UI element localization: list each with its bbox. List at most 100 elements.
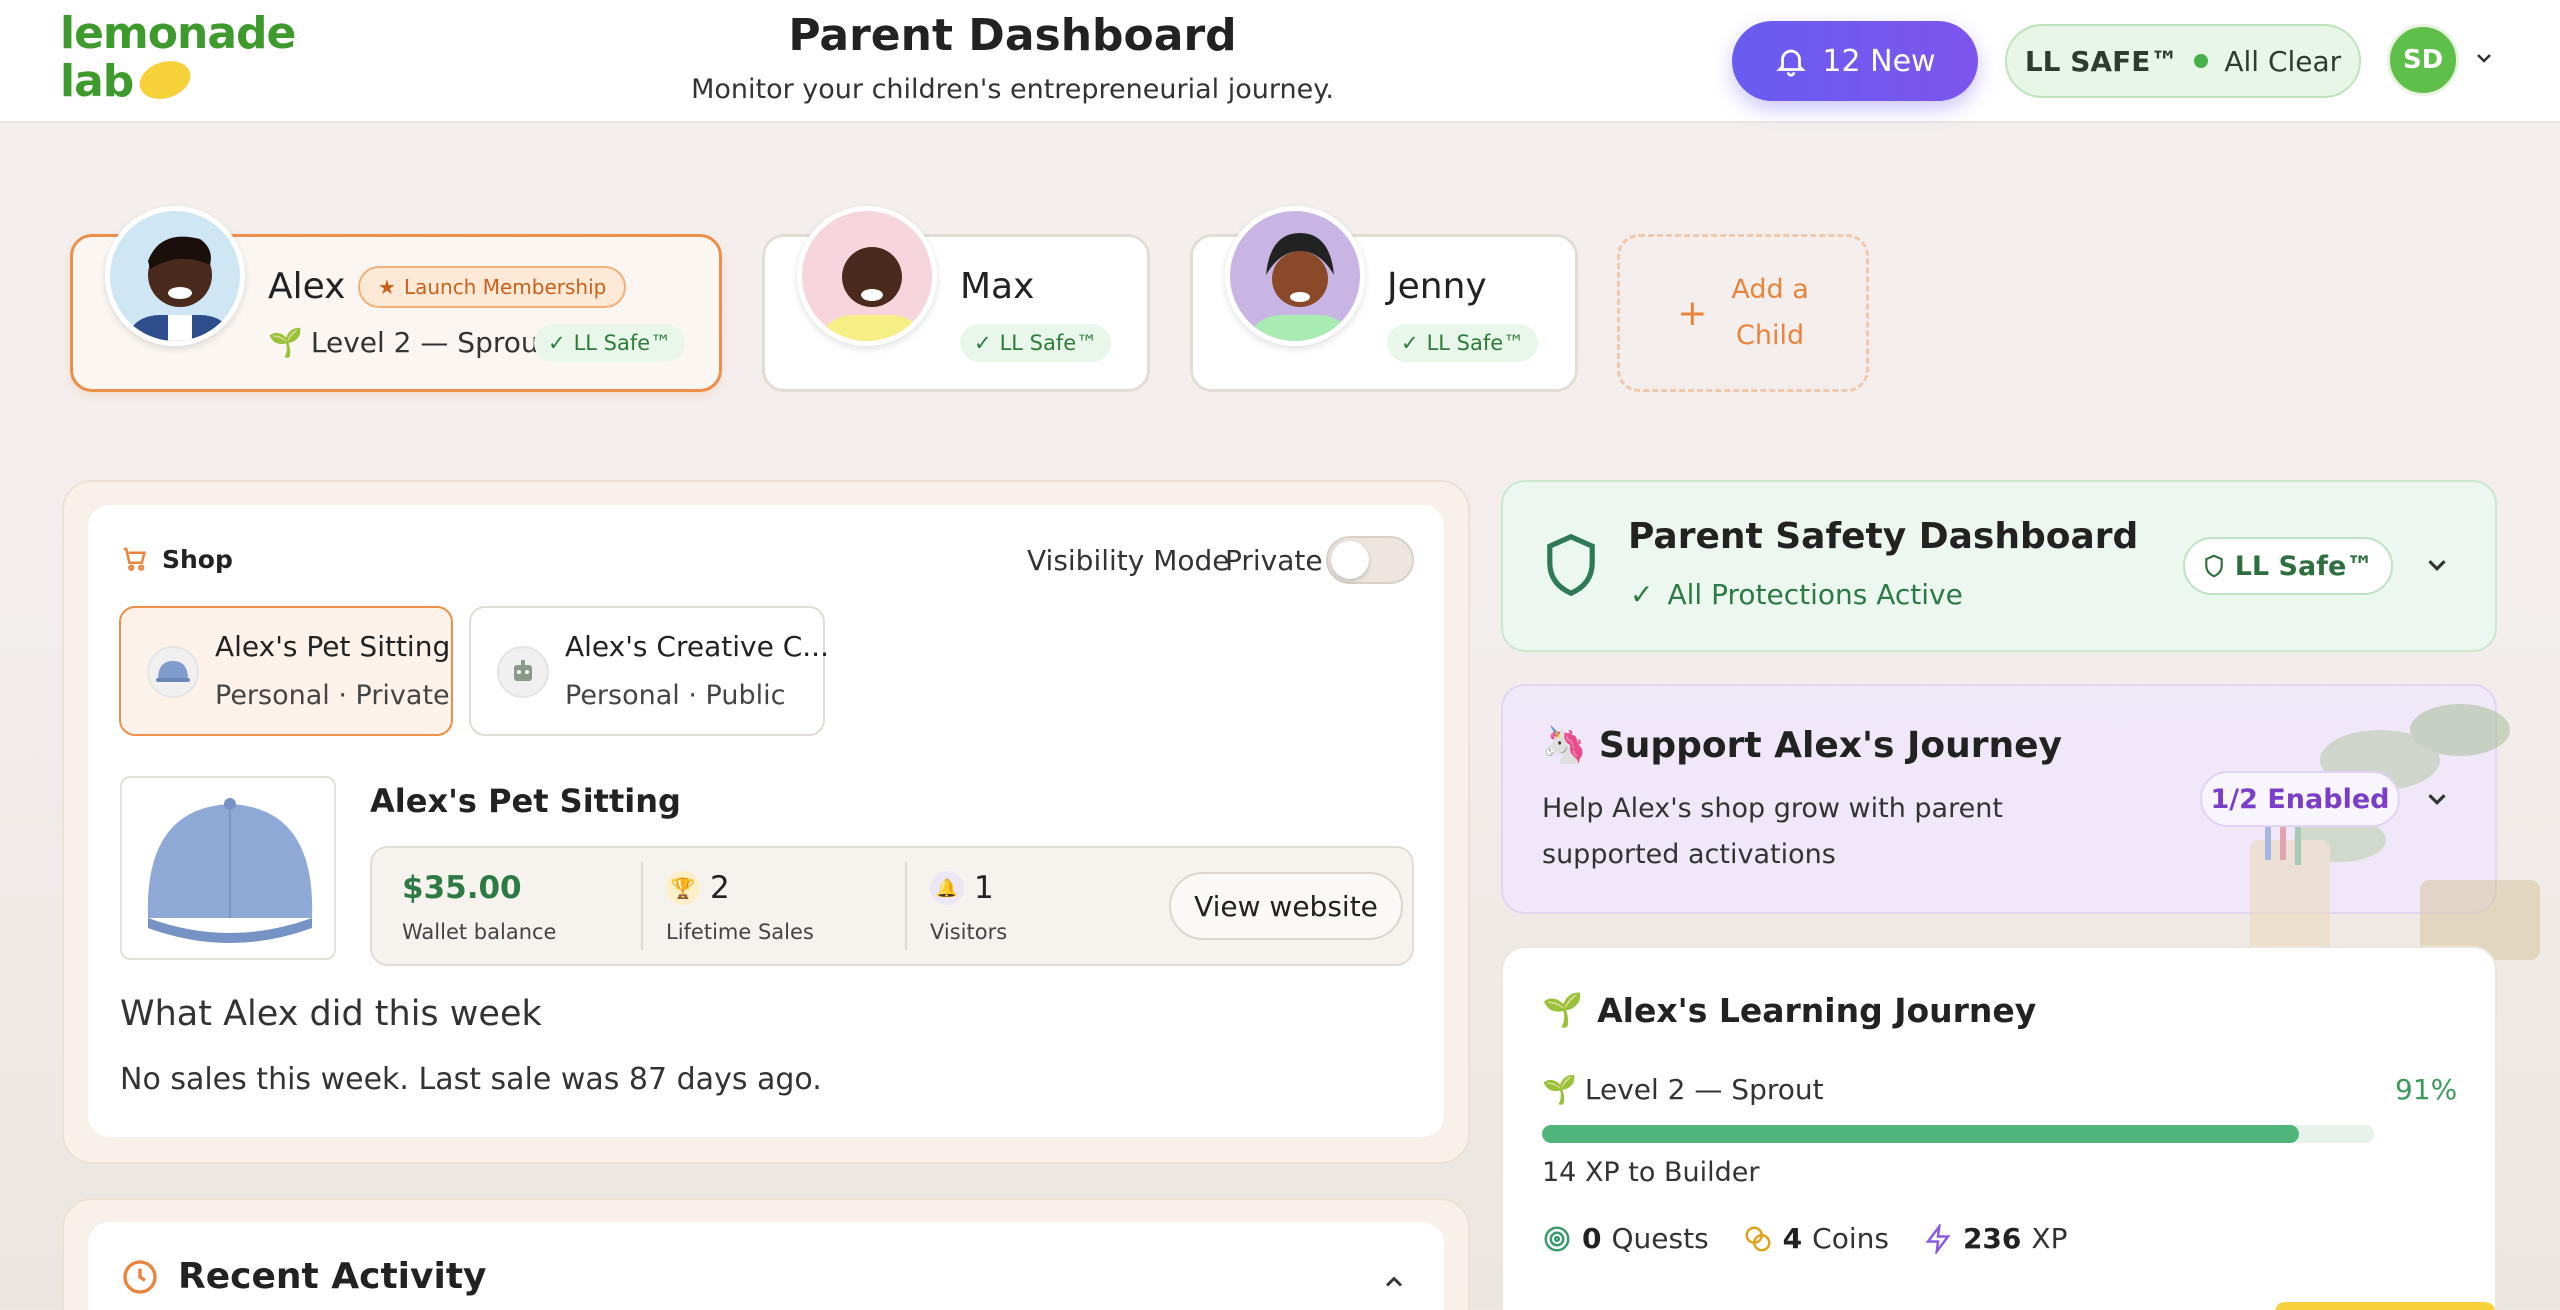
support-title: Support Alex's Journey [1598,724,2062,766]
cart-icon [123,547,146,571]
add-child-label-1: Add a [1731,274,1809,305]
learning-stats: 0 Quests 4 Coins 236 XP [1542,1222,2067,1255]
target-icon [1544,1226,1570,1251]
page-title: Parent Dashboard [788,10,1237,61]
membership-label: Launch Membership [403,275,607,299]
chevron-down-icon[interactable] [2422,550,2452,580]
wallet-value: $35.00 [402,870,522,906]
shield-icon [1547,533,1595,597]
child-level-label: Level 2 — Sprout [310,326,550,359]
status-dot-icon [2194,54,2209,68]
sprout-icon: 🌱 [1542,990,1584,1029]
child-name: Alex [268,266,346,307]
wallet-stat: $35.00 Wallet balance [402,870,556,944]
safety-status-label: All Protections Active [1667,578,1963,611]
safe-badge-label: LL Safe™ [999,331,1098,355]
safe-status: All Clear [2224,44,2342,78]
page-subtitle: Monitor your children's entrepreneurial … [691,74,1334,105]
learning-heading: 🌱 Alex's Learning Journey [1542,990,2036,1030]
safety-title: Parent Safety Dashboard [1628,516,2139,557]
safe-badge: ✓ LL Safe™ [1387,324,1539,362]
product-image [120,776,336,960]
chevron-down-icon[interactable] [2472,46,2496,70]
check-icon: ✓ [548,331,566,355]
support-description: Help Alex's shop grow with parent suppor… [1542,793,2003,870]
ll-safe-label: LL Safe™ [2234,550,2374,582]
safe-badge: ✓ LL Safe™ [534,324,686,362]
decorative-shape [2275,1302,2495,1310]
learning-level: 🌱 Level 2 — Sprout [1542,1073,1824,1106]
coins-value: 4 [1782,1222,1803,1255]
quests-stat: 0 Quests [1542,1222,1709,1255]
safety-status-pill[interactable]: LL SAFE™ All Clear [2005,24,2361,98]
shop-tab-meta: Personal · Public [565,680,786,711]
add-child-label-2: Child [1736,320,1805,351]
sales-stat: 🏆 2 Lifetime Sales [666,870,814,944]
coins-label: Coins [1812,1222,1889,1255]
quests-label: Quests [1611,1222,1709,1255]
add-child-button[interactable]: + Add a Child [1617,234,1869,392]
sprout-icon: 🌱 [268,326,303,359]
shop-tab-name: Alex's Creative C... [565,630,829,663]
sales-label: Lifetime Sales [666,920,814,944]
recent-activity-heading[interactable]: Recent Activity [120,1256,487,1297]
lightning-icon [1925,1223,1951,1254]
xp-value: 236 [1962,1222,2022,1255]
check-icon: ✓ [1401,331,1419,355]
bell-icon [1776,49,1807,77]
safety-status: ✓ All Protections Active [1630,578,1963,611]
visibility-mode-label: Visibility Mode [1027,544,1230,577]
child-level: 🌱 Level 2 — Sprout [268,326,550,359]
stat-divider [905,862,907,950]
chevron-up-icon[interactable] [1380,1268,1408,1296]
learning-progress-fill [1542,1125,2300,1143]
sales-value: 2 [710,870,730,906]
bell-icon: 🔔 [930,871,964,905]
visibility-value: Private [1225,544,1323,577]
avatar-alex [105,206,245,346]
top-header: lemonade lab Parent Dashboard Monitor yo… [0,0,2560,123]
user-avatar[interactable]: SD [2387,24,2459,96]
learning-progress-bar [1542,1125,2374,1143]
toggle-knob [1331,541,1369,579]
learning-title: Alex's Learning Journey [1597,990,2037,1030]
visitors-value: 1 [974,870,994,906]
clock-icon [123,1259,157,1294]
safe-badge-label: LL Safe™ [573,331,672,355]
chevron-down-icon[interactable] [2422,784,2452,814]
notifications-count: 12 New [1822,43,1936,79]
shop-tab-creative[interactable]: Alex's Creative C... Personal · Public [469,606,829,736]
stat-divider [641,862,643,950]
support-heading: 🦄 Support Alex's Journey [1542,724,2062,767]
week-summary-title: What Alex did this week [120,994,542,1034]
notifications-button[interactable]: 12 New [1732,21,1978,101]
shop-tab-pet-sitting[interactable]: Alex's Pet Sitting Personal · Private [119,606,453,736]
safe-label: LL SAFE™ [2024,44,2179,78]
recent-activity-title: Recent Activity [178,1256,487,1297]
safe-badge: ✓ LL Safe™ [960,324,1112,362]
view-website-button[interactable]: View website [1169,872,1403,940]
coins-stat: 4 Coins [1743,1222,1889,1255]
shop-heading: Shop [120,544,233,574]
enabled-count-pill: 1/2 Enabled [2200,771,2400,827]
robot-icon [497,646,549,698]
star-icon: ★ [378,275,396,299]
coins-icon [1745,1226,1771,1251]
trophy-icon: 🏆 [666,871,700,905]
product-title: Alex's Pet Sitting [370,782,681,820]
week-summary-text: No sales this week. Last sale was 87 day… [120,1062,822,1097]
check-icon: ✓ [1630,578,1654,611]
learning-level-label: Level 2 — Sprout [1584,1073,1824,1106]
membership-badge: ★ Launch Membership [358,266,627,308]
visibility-toggle[interactable] [1326,536,1414,584]
learning-percent: 91% [2395,1073,2458,1106]
quests-value: 0 [1582,1222,1602,1255]
visitors-label: Visitors [930,920,1008,944]
avatar-max [797,206,937,346]
plus-icon: + [1677,292,1708,334]
shop-label: Shop [162,544,233,574]
cap-icon [147,646,199,698]
sprout-icon: 🌱 [1542,1073,1577,1106]
ll-safe-pill: LL Safe™ [2183,537,2393,595]
shop-tab-meta: Personal · Private [215,680,450,711]
